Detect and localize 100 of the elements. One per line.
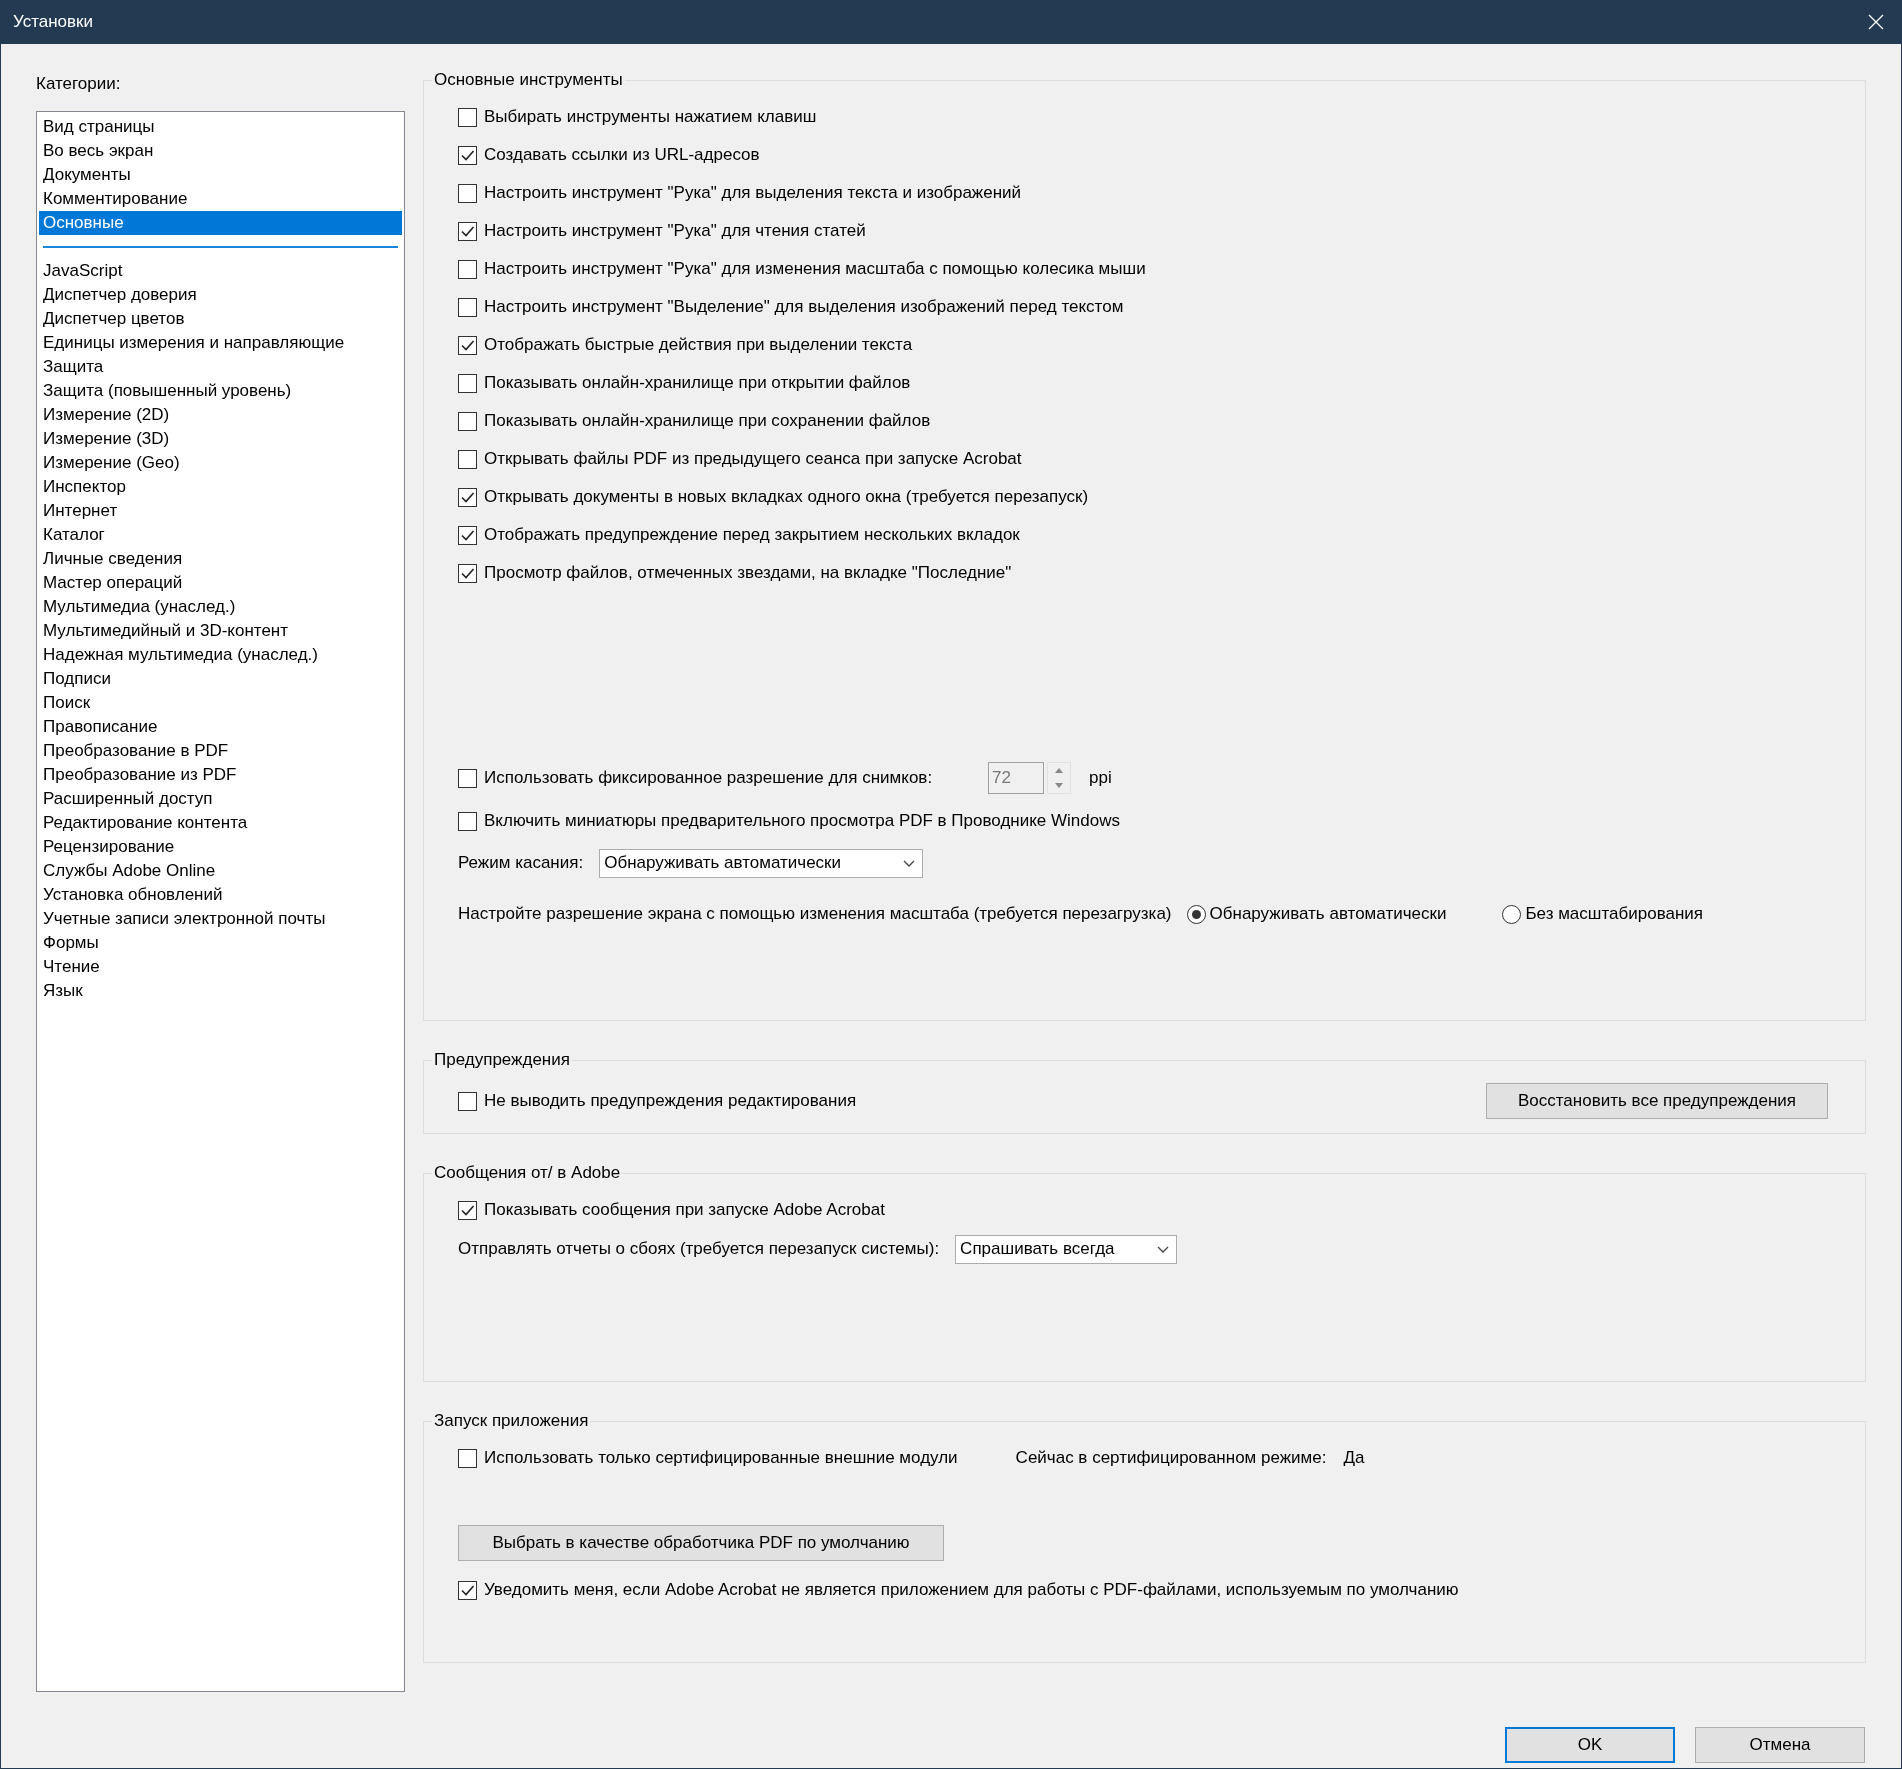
checkbox-label: Показывать онлайн-хранилище при открытии файлов [484,373,911,393]
categories-label: Категории: [36,73,122,95]
category-item[interactable]: Учетные записи электронной почты [39,907,402,931]
restore-button[interactable]: Восстановить все предупреждения [1486,1083,1828,1119]
spin-buttons[interactable] [1047,762,1072,794]
radio-button[interactable] [1186,904,1206,924]
checkbox[interactable] [458,183,477,203]
category-item[interactable]: Диспетчер цветов [39,307,402,331]
category-item[interactable]: Вид страницы [39,115,402,139]
category-item[interactable]: Мастер операций [39,571,402,595]
default-handler-button[interactable]: Выбрать в качестве обработчика PDF по умолчанию [458,1525,944,1561]
checkbox[interactable] [458,259,477,279]
category-item[interactable]: Измерение (2D) [39,403,402,427]
checkbox-label: Просмотр файлов, отмеченных звездами, на вкладке "Последние" [484,563,1012,583]
category-item[interactable]: Редактирование контента [39,811,402,835]
checkbox[interactable] [458,487,477,507]
category-item[interactable]: Во весь экран [39,139,402,163]
dropdown[interactable]: Спрашивать всегда [955,1234,1178,1264]
dropdown[interactable]: Обнаруживать автоматически [599,848,924,878]
category-item[interactable]: Формы [39,931,402,955]
category-item[interactable]: Службы Adobe Online [39,859,402,883]
category-item[interactable]: Личные сведения [39,547,402,571]
checkbox-label: Открывать документы в новых вкладках одного окна (требуется перезапуск) [484,487,1089,507]
category-item[interactable]: Мультимедиа (унаслед.) [39,595,402,619]
category-item[interactable]: Надежная мультимедиа (унаслед.) [39,643,402,667]
checkbox-label: Создавать ссылки из URL-адресов [484,145,760,165]
checkbox-label: Выбирать инструменты нажатием клавиш [484,107,817,127]
field-label: Отправлять отчеты о сбоях (требуется перезапуск системы): [458,1239,940,1259]
close-icon [1868,14,1884,30]
category-item[interactable]: Диспетчер доверия [39,283,402,307]
checkbox[interactable] [458,449,477,469]
checkbox[interactable] [458,297,477,317]
checkbox[interactable] [458,107,477,127]
checkbox[interactable] [458,768,477,788]
category-item[interactable]: Каталог [39,523,402,547]
category-item[interactable]: Защита [39,355,402,379]
checkbox-label: Показывать сообщения при запуске Adobe Acrobat [484,1200,885,1220]
category-item[interactable]: Комментирование [39,187,402,211]
checkbox-label: Использовать фиксированное разрешение для снимков: [484,768,933,788]
group-title: Основные инструменты [433,70,624,90]
checkbox[interactable] [458,1200,477,1220]
checkbox[interactable] [458,1580,477,1600]
category-item[interactable]: Основные [39,211,402,235]
checkbox-label: Показывать онлайн-хранилище при сохранении файлов [484,411,931,431]
radio-button[interactable] [1502,904,1522,924]
category-item[interactable]: Язык [39,979,402,1003]
ok-button[interactable]: OK [1505,1727,1675,1763]
checkbox-label: Включить миниатюры предварительного просмотра PDF в Проводнике Windows [484,811,1120,831]
status-label: Сейчас в сертифицированном режиме: [1015,1448,1327,1468]
checkbox-label: Открывать файлы PDF из предыдущего сеанса при запуске Acrobat [484,449,1022,469]
checkbox[interactable] [458,1448,477,1468]
category-item[interactable]: Интернет [39,499,402,523]
group-title: Сообщения от/ в Adobe [433,1163,622,1183]
arrow-down-icon [1055,783,1064,788]
checkbox[interactable] [458,221,477,241]
radio-label: Без масштабирования [1525,904,1704,924]
category-item[interactable]: Единицы измерения и направляющие [39,331,402,355]
category-item[interactable]: Измерение (Geo) [39,451,402,475]
cancel-button[interactable]: Отмена [1695,1727,1865,1763]
category-item[interactable]: Поиск [39,691,402,715]
category-item[interactable]: Установка обновлений [39,883,402,907]
checkbox-label: Настроить инструмент "Рука" для выделения текста и изображений [484,183,1022,203]
status-value: Да [1343,1448,1365,1468]
category-item[interactable]: Расширенный доступ [39,787,402,811]
field-label: Режим касания: [458,853,584,873]
category-item[interactable]: Измерение (3D) [39,427,402,451]
checkbox-label: Отображать предупреждение перед закрытием нескольких вкладок [484,525,1020,545]
checkbox-label: Настроить инструмент "Выделение" для выделения изображений перед текстом [484,297,1124,317]
checkbox[interactable] [458,811,477,831]
category-item[interactable]: Мультимедийный и 3D-контент [39,619,402,643]
category-item[interactable]: Защита (повышенный уровень) [39,379,402,403]
checkbox-label: Отображать быстрые действия при выделении текста [484,335,913,355]
category-item[interactable]: Инспектор [39,475,402,499]
checkbox-label: Использовать только сертифицированные внешние модули [484,1448,958,1468]
checkbox[interactable] [458,335,477,355]
checkbox[interactable] [458,411,477,431]
checkbox[interactable] [458,563,477,583]
category-item[interactable]: Документы [39,163,402,187]
category-item[interactable]: Преобразование из PDF [39,763,402,787]
category-item[interactable]: Чтение [39,955,402,979]
window-title: Установки [13,12,94,32]
category-item[interactable]: Подписи [39,667,402,691]
checkbox[interactable] [458,1091,477,1111]
category-item[interactable]: JavaScript [39,259,402,283]
checkbox-label: Настроить инструмент "Рука" для изменения масштаба с помощью колесика мыши [484,259,1146,279]
field-label: Настройте разрешение экрана с помощью изменения масштаба (требуется перезагрузка) [458,904,1172,924]
checkbox[interactable] [458,145,477,165]
group-title: Запуск приложения [433,1411,590,1431]
group-title: Предупреждения [433,1050,571,1070]
checkbox-label: Настроить инструмент "Рука" для чтения статей [484,221,866,241]
checkbox-label: Уведомить меня, если Adobe Acrobat не является приложением для работы с PDF-файлами, используемым по умолчанию [484,1580,1459,1600]
radio-label: Обнаруживать автоматически [1209,904,1447,924]
checkbox[interactable] [458,373,477,393]
arrow-up-icon [1055,768,1064,773]
category-item[interactable]: Правописание [39,715,402,739]
category-item[interactable]: Рецензирование [39,835,402,859]
unit-label: ppi [1089,768,1112,788]
checkbox[interactable] [458,525,477,545]
checkbox-label: Не выводить предупреждения редактирования [484,1091,857,1111]
category-item[interactable]: Преобразование в PDF [39,739,402,763]
